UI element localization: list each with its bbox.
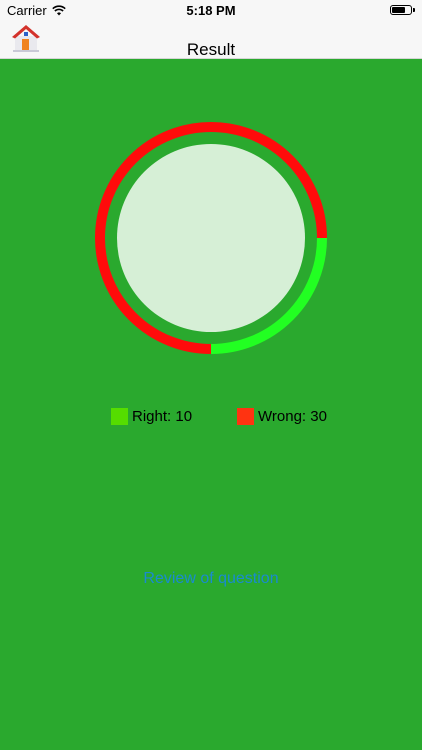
battery-level: [392, 7, 405, 13]
result-ring: [94, 121, 328, 355]
legend: Right: 10 Wrong: 30: [0, 408, 422, 430]
wrong-label: Wrong: 30: [258, 408, 327, 425]
result-ring-chart: [95, 122, 327, 354]
navigation-bar: Carrier 5:18 PM Result: [0, 0, 422, 59]
battery-icon: [390, 5, 415, 15]
right-label: Right: 10: [132, 408, 193, 425]
ring-inner-circle: [117, 144, 305, 332]
legend-right: Right: 10: [111, 408, 192, 425]
status-time: 5:18 PM: [186, 3, 236, 18]
wrong-swatch: [237, 408, 254, 425]
legend-wrong: Wrong: 30: [237, 408, 327, 425]
page-title: Result: [186, 40, 236, 59]
review-questions-link[interactable]: Review of question: [0, 570, 422, 588]
right-swatch: [111, 408, 128, 425]
result-screen: Carrier 5:18 PM Result Right: 10 Wrong: …: [0, 0, 422, 750]
